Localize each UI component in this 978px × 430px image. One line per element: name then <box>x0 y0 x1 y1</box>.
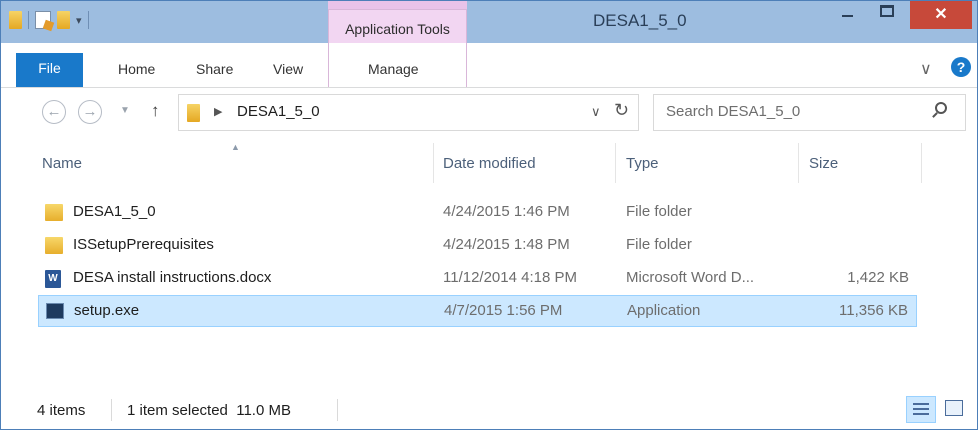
column-header-type[interactable]: Type <box>626 155 659 172</box>
column-header-date-modified[interactable]: Date modified <box>443 155 536 172</box>
folder-icon <box>45 204 63 221</box>
tab-view[interactable]: View <box>273 61 303 77</box>
details-view-button[interactable] <box>906 396 936 423</box>
status-bar: 4 items 1 item selected 11.0 MB <box>1 393 977 429</box>
close-button[interactable]: ✕ <box>910 1 972 29</box>
forward-button[interactable]: → <box>78 100 102 124</box>
address-dropdown-icon[interactable]: ∨ <box>591 104 601 120</box>
explorer-window: ▾ Application Tools DESA1_5_0 ✕ File Hom… <box>0 0 978 430</box>
file-date-modified: 4/24/2015 1:48 PM <box>443 236 570 253</box>
file-date-modified: 4/7/2015 1:56 PM <box>444 302 563 319</box>
expand-ribbon-icon[interactable]: ∨ <box>920 59 932 79</box>
file-date-modified: 11/12/2014 4:18 PM <box>443 269 577 286</box>
search-icon[interactable] <box>935 102 947 114</box>
column-header-name[interactable]: Name <box>42 155 82 172</box>
details-view-icon <box>913 403 929 405</box>
status-divider <box>111 399 112 421</box>
maximize-icon <box>880 5 894 17</box>
properties-icon[interactable] <box>35 11 51 29</box>
file-row-desa1-5-0[interactable]: DESA1_5_0 4/24/2015 1:46 PM File folder <box>38 197 917 229</box>
item-count: 4 items <box>37 402 86 419</box>
search-box[interactable] <box>653 94 966 131</box>
customize-toolbar-dropdown-icon[interactable]: ▾ <box>76 14 82 27</box>
file-row-issetupprerequisites[interactable]: ISSetupPrerequisites 4/24/2015 1:48 PM F… <box>38 230 917 262</box>
file-type: File folder <box>626 203 692 220</box>
back-button[interactable]: ← <box>42 100 66 124</box>
sort-ascending-icon: ▲ <box>231 142 240 152</box>
file-name: setup.exe <box>74 302 140 319</box>
application-tools-context-label: Application Tools <box>328 9 467 43</box>
toolbar-divider <box>28 11 29 29</box>
file-size: 11,356 KB <box>839 302 908 319</box>
column-divider[interactable] <box>433 143 434 183</box>
title-bar: ▾ Application Tools DESA1_5_0 ✕ <box>1 1 977 43</box>
recent-locations-dropdown-icon[interactable]: ▼ <box>120 105 130 116</box>
tab-file[interactable]: File <box>16 53 83 87</box>
file-name: ISSetupPrerequisites <box>73 236 214 253</box>
window-title: DESA1_5_0 <box>593 11 687 30</box>
application-icon <box>46 303 64 319</box>
context-tab-accent <box>328 1 467 9</box>
file-name: DESA1_5_0 <box>73 203 156 220</box>
file-date-modified: 4/24/2015 1:46 PM <box>443 203 570 220</box>
large-icons-view-button[interactable] <box>945 400 963 416</box>
up-arrow-icon[interactable]: ↑ <box>151 101 160 121</box>
close-icon: ✕ <box>934 6 948 23</box>
search-input[interactable] <box>666 103 906 120</box>
column-divider[interactable] <box>615 143 616 183</box>
refresh-icon[interactable]: ↻ <box>614 100 629 121</box>
folder-icon[interactable] <box>9 11 22 29</box>
breadcrumb-current-folder[interactable]: DESA1_5_0 <box>237 103 320 120</box>
file-type: File folder <box>626 236 692 253</box>
file-type: Microsoft Word D... <box>626 269 755 286</box>
file-row-desa-install-instructions[interactable]: W DESA install instructions.docx 11/12/2… <box>38 263 917 295</box>
folder-icon <box>187 104 200 122</box>
column-header-size[interactable]: Size <box>809 155 838 172</box>
breadcrumb-chevron-icon[interactable]: ▶ <box>214 105 222 118</box>
address-bar[interactable]: ▶ DESA1_5_0 ∨ ↻ <box>178 94 639 131</box>
word-document-icon: W <box>45 270 61 288</box>
new-folder-icon[interactable] <box>57 11 70 29</box>
maximize-button[interactable] <box>869 1 907 29</box>
file-type: Application <box>627 302 701 319</box>
file-row-setup-exe[interactable]: setup.exe 4/7/2015 1:56 PM Application 1… <box>38 295 917 327</box>
tab-home[interactable]: Home <box>118 61 155 77</box>
column-divider[interactable] <box>921 143 922 183</box>
minimize-button[interactable] <box>827 1 867 29</box>
selection-info: 1 item selected 11.0 MB <box>127 402 291 419</box>
tab-manage[interactable]: Manage <box>368 61 419 77</box>
tab-share[interactable]: Share <box>196 61 233 77</box>
column-divider[interactable] <box>798 143 799 183</box>
folder-icon <box>45 237 63 254</box>
status-divider <box>337 399 338 421</box>
help-icon[interactable]: ? <box>951 57 971 77</box>
forward-arrow-icon: → <box>82 103 98 120</box>
back-arrow-icon: ← <box>46 103 62 120</box>
file-size: 1,422 KB <box>847 269 909 286</box>
toolbar-divider <box>87 11 89 29</box>
minimize-icon <box>842 15 853 17</box>
quick-access-toolbar: ▾ <box>9 11 89 29</box>
file-name: DESA install instructions.docx <box>73 269 272 286</box>
